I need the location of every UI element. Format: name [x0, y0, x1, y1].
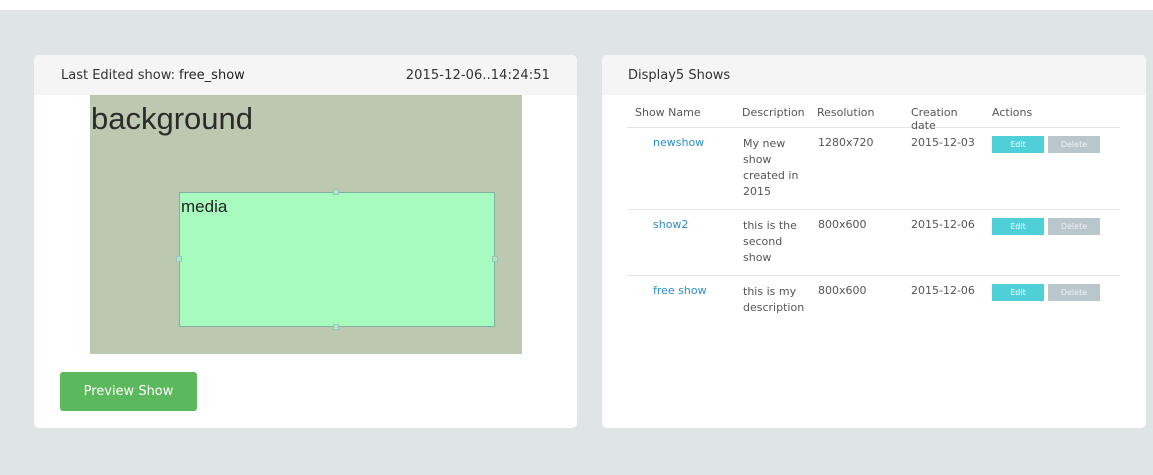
description-line: show	[743, 251, 772, 264]
edit-button[interactable]: Edit	[992, 136, 1044, 153]
last-edited-timestamp: 2015-12-06..14:24:51	[405, 67, 550, 83]
last-edited-title: Last Edited show: free_show	[61, 68, 245, 83]
shows-panel: Display5 Shows Show Name Description Res…	[602, 55, 1146, 428]
show-description: this is my description	[735, 284, 815, 316]
description-line: My new	[743, 137, 786, 150]
last-edited-header: Last Edited show: free_show 2015-12-06..…	[34, 55, 577, 95]
show-resolution: 800x600	[818, 218, 867, 231]
show-description: My new show created in 2015	[735, 136, 815, 200]
show-name-link[interactable]: show2	[627, 218, 735, 231]
show-name-link[interactable]: free show	[627, 284, 735, 297]
resize-handle-bottom[interactable]	[333, 324, 339, 330]
shows-table: Show Name Description Resolution Creatio…	[627, 100, 1120, 326]
col-creation-date: Creation date	[911, 106, 958, 132]
resize-handle-right[interactable]	[492, 256, 498, 262]
show-resolution: 1280x720	[818, 136, 874, 149]
table-row: free show this is my description 800x600…	[627, 276, 1120, 326]
col-actions: Actions	[992, 106, 1033, 119]
description-line: show	[743, 153, 772, 166]
description-line: second	[743, 235, 783, 248]
show-description: this is the second show	[735, 218, 815, 266]
last-edited-label: Last Edited show:	[61, 67, 176, 83]
show-creation-date: 2015-12-06	[911, 218, 975, 231]
show-creation-date: 2015-12-03	[911, 136, 975, 149]
col-resolution: Resolution	[817, 106, 875, 119]
show-actions: Edit Delete	[985, 218, 1115, 235]
media-label: media	[181, 197, 228, 216]
col-description: Description	[742, 106, 805, 119]
edit-button[interactable]: Edit	[992, 218, 1044, 235]
show-canvas[interactable]: background media	[90, 95, 522, 354]
table-row: newshow My new show created in 2015 1280…	[627, 128, 1120, 210]
show-actions: Edit Delete	[985, 284, 1115, 301]
background-label: background	[91, 101, 254, 136]
resize-handle-left[interactable]	[176, 256, 182, 262]
shows-title: Display5 Shows	[628, 67, 731, 83]
show-actions: Edit Delete	[985, 136, 1115, 153]
show-name-link[interactable]: newshow	[627, 136, 735, 149]
description-line: description	[743, 301, 805, 314]
delete-button[interactable]: Delete	[1048, 218, 1100, 235]
last-edited-panel: Last Edited show: free_show 2015-12-06..…	[34, 55, 577, 428]
top-strip	[0, 0, 1153, 10]
description-line: 2015	[743, 185, 771, 198]
last-edited-show-name: free_show	[179, 67, 245, 83]
table-row: show2 this is the second show 800x600 20…	[627, 210, 1120, 276]
description-line: this is my	[743, 285, 797, 298]
show-resolution: 800x600	[818, 284, 867, 297]
delete-button[interactable]: Delete	[1048, 284, 1100, 301]
table-header: Show Name Description Resolution Creatio…	[627, 100, 1120, 132]
media-region[interactable]: media	[176, 189, 498, 330]
show-creation-date: 2015-12-06	[911, 284, 975, 297]
description-line: created in	[743, 169, 799, 182]
edit-button[interactable]: Edit	[992, 284, 1044, 301]
col-show-name: Show Name	[635, 106, 701, 119]
resize-handle-top[interactable]	[333, 189, 339, 195]
description-line: this is the	[743, 219, 797, 232]
preview-show-button[interactable]: Preview Show	[60, 372, 197, 411]
shows-header: Display5 Shows	[602, 55, 1146, 95]
delete-button[interactable]: Delete	[1048, 136, 1100, 153]
